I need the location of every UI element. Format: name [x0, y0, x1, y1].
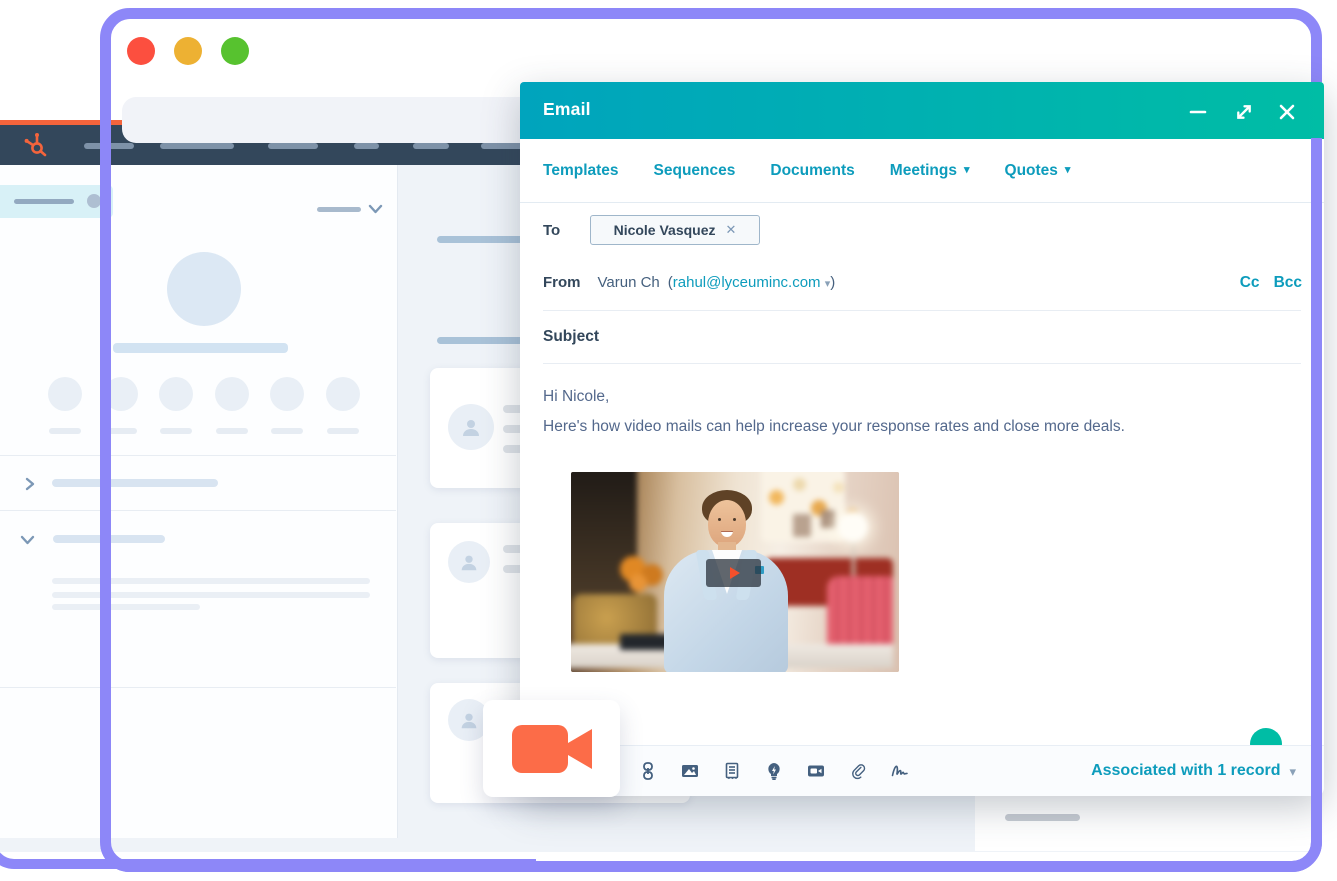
play-overlay[interactable]: [706, 559, 761, 587]
compose-footer: Associated with 1 record ▾: [520, 745, 1324, 796]
subject-label: Subject: [543, 328, 599, 346]
cc-button[interactable]: Cc: [1240, 274, 1260, 292]
recipient-name: Nicole Vasquez: [614, 222, 716, 238]
divider: [543, 310, 1301, 311]
expand-icon[interactable]: [1234, 102, 1254, 122]
tab-sequences[interactable]: Sequences: [654, 162, 736, 180]
bottom-panel: [975, 795, 1311, 851]
close-icon[interactable]: [1277, 102, 1297, 122]
caret-down-icon: ▾: [1065, 165, 1071, 176]
video-camera-icon: [506, 721, 598, 777]
link-icon[interactable]: [639, 762, 657, 780]
insert-tabs: Templates Sequences Documents Meetings▾ …: [520, 139, 1324, 203]
caret-down-icon: ▾: [1289, 765, 1296, 778]
minimize-traffic-light[interactable]: [174, 37, 202, 65]
recipient-chip[interactable]: Nicole Vasquez ✕: [590, 215, 760, 245]
play-icon: [730, 567, 740, 579]
from-label: From: [543, 274, 581, 291]
video-thumbnail[interactable]: [571, 472, 899, 672]
associated-records-dropdown[interactable]: Associated with 1 record ▾: [1091, 746, 1296, 796]
button-placeholder[interactable]: [1005, 814, 1080, 821]
insert-video-button[interactable]: [483, 700, 620, 797]
editor-toolbar: [639, 762, 909, 780]
caret-down-icon: ▾: [964, 165, 970, 176]
snippet-bulb-icon[interactable]: [765, 762, 783, 780]
modal-title: Email: [543, 99, 591, 120]
insert-video-icon[interactable]: [807, 762, 825, 780]
tab-meetings[interactable]: Meetings▾: [890, 162, 970, 180]
associated-label: Associated with 1 record: [1091, 762, 1280, 780]
bcc-button[interactable]: Bcc: [1274, 274, 1302, 292]
tab-templates[interactable]: Templates: [543, 162, 619, 180]
tab-quotes[interactable]: Quotes▾: [1005, 162, 1071, 180]
email-body-editor[interactable]: Hi Nicole, Here's how video mails can he…: [543, 382, 1301, 442]
cc-bcc: Cc Bcc: [1240, 274, 1302, 292]
minimize-icon[interactable]: [1188, 102, 1208, 122]
close-traffic-light[interactable]: [127, 37, 155, 65]
image-icon[interactable]: [681, 762, 699, 780]
crm-window-frame: [0, 112, 536, 869]
sender-email[interactable]: rahul@lyceuminc.com: [673, 274, 821, 291]
zoom-traffic-light[interactable]: [221, 37, 249, 65]
body-line-1: Hi Nicole,: [543, 382, 1301, 412]
tab-documents[interactable]: Documents: [770, 162, 854, 180]
sender-email-dropdown[interactable]: (rahul@lyceuminc.com ▾): [668, 274, 835, 291]
modal-header[interactable]: Email: [520, 82, 1324, 139]
page: { "browser_window": { "frame_color": "#8…: [0, 0, 1337, 881]
signature-icon[interactable]: [891, 762, 909, 780]
from-row: From Varun Ch (rahul@lyceuminc.com ▾): [543, 274, 835, 291]
sender-name: Varun Ch: [598, 274, 660, 291]
email-compose-modal: Email Templates Sequences Documents Meet…: [520, 82, 1324, 795]
body-line-2: Here's how video mails can help increase…: [543, 412, 1301, 442]
attachment-icon[interactable]: [849, 762, 867, 780]
template-icon[interactable]: [723, 762, 741, 780]
remove-recipient-icon[interactable]: ✕: [726, 222, 737, 238]
to-label: To: [543, 222, 560, 239]
divider: [543, 363, 1301, 364]
subject-input[interactable]: [620, 322, 1300, 352]
